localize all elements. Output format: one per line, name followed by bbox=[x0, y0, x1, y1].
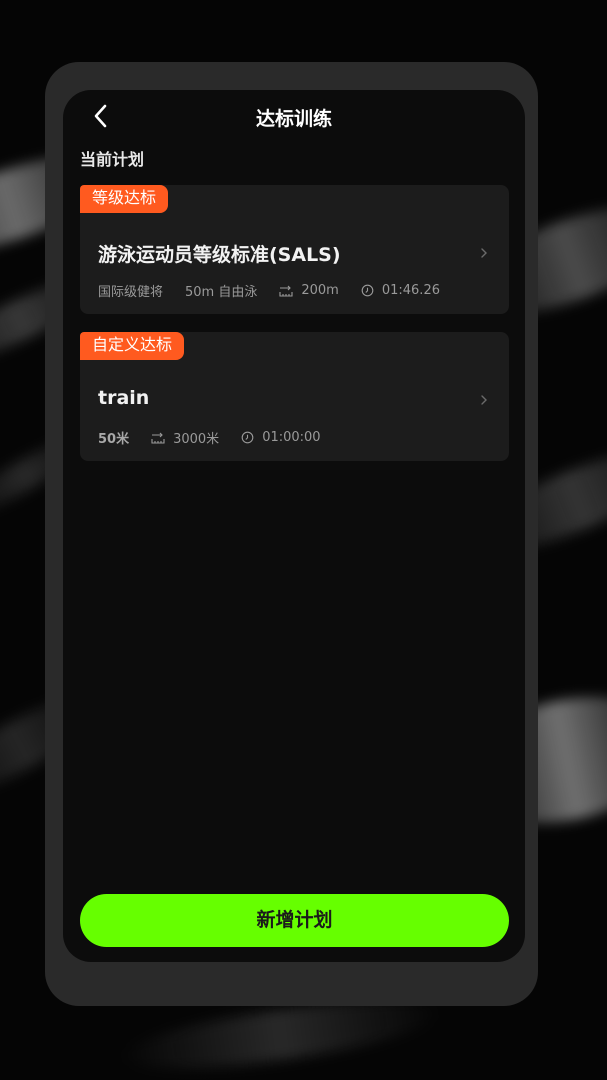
add-plan-button[interactable]: 新增计划 bbox=[80, 894, 509, 947]
plan-time-value: 01:00:00 bbox=[262, 430, 321, 445]
chevron-right-icon[interactable] bbox=[479, 245, 489, 259]
plan-meta: 50米 3000米 01:00:00 bbox=[98, 428, 343, 447]
plan-type-tag: 等级达标 bbox=[80, 185, 169, 213]
clock-icon bbox=[361, 284, 374, 297]
header: 达标训练 bbox=[63, 90, 525, 142]
plan-meta: 国际级健将 50m 自由泳 200m 01:46.26 bbox=[98, 281, 462, 300]
distance-icon bbox=[279, 285, 293, 297]
clock-icon bbox=[241, 431, 254, 444]
plan-distance-value: 200m bbox=[301, 283, 339, 298]
distance-icon bbox=[151, 432, 165, 444]
page-title: 达标训练 bbox=[255, 108, 332, 130]
plan-event: 50m 自由泳 bbox=[185, 285, 258, 300]
plan-time: 01:00:00 bbox=[241, 430, 321, 445]
plan-title: train bbox=[98, 387, 150, 409]
phone-screen: 达标训练 当前计划 等级达标 游泳运动员等级标准(SALS) 国际级健将 50m… bbox=[63, 90, 525, 962]
plan-pool-length: 50米 bbox=[98, 432, 130, 447]
plan-time: 01:46.26 bbox=[361, 283, 440, 298]
current-plan-heading: 当前计划 bbox=[80, 150, 145, 169]
plan-title: 游泳运动员等级标准(SALS) bbox=[98, 244, 341, 266]
plan-card-custom[interactable]: 自定义达标 train 50米 3000米 01:00:00 bbox=[80, 332, 509, 461]
plan-type-tag: 自定义达标 bbox=[80, 332, 185, 360]
plan-distance: 3000米 bbox=[151, 428, 219, 447]
chevron-right-icon[interactable] bbox=[479, 392, 489, 406]
plan-time-value: 01:46.26 bbox=[381, 283, 440, 298]
plan-distance: 200m bbox=[279, 283, 339, 298]
plan-level: 国际级健将 bbox=[98, 285, 164, 300]
plan-card-level-standard[interactable]: 等级达标 游泳运动员等级标准(SALS) 国际级健将 50m 自由泳 200m … bbox=[80, 185, 509, 314]
plan-distance-value: 3000米 bbox=[173, 432, 220, 447]
